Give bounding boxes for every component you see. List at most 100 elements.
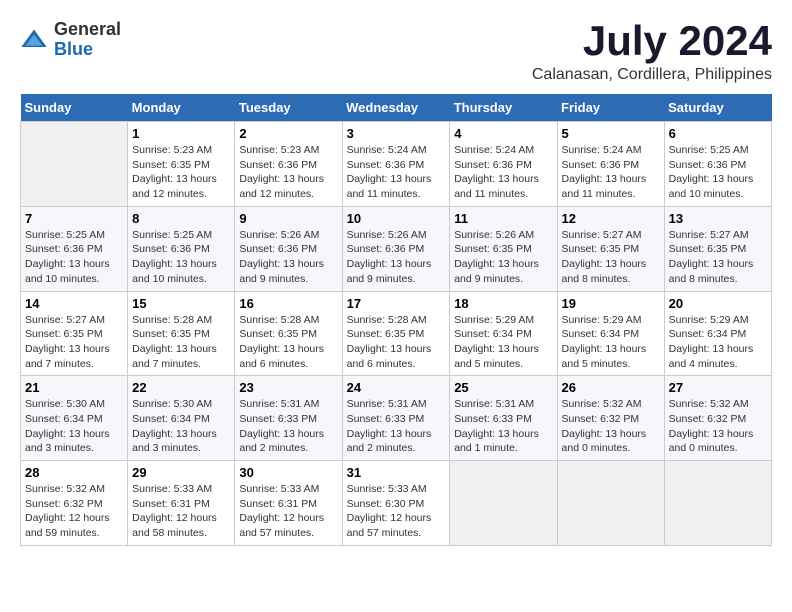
day-content: Sunrise: 5:33 AMSunset: 6:30 PMDaylight:… bbox=[347, 482, 446, 541]
day-info-line: and 11 minutes. bbox=[347, 187, 446, 202]
calendar-cell bbox=[664, 461, 771, 546]
day-info-line: Sunrise: 5:23 AM bbox=[132, 143, 230, 158]
day-info-line: Sunrise: 5:28 AM bbox=[132, 313, 230, 328]
calendar-week-4: 21Sunrise: 5:30 AMSunset: 6:34 PMDayligh… bbox=[21, 376, 772, 461]
day-info-line: Sunset: 6:35 PM bbox=[669, 242, 767, 257]
day-content: Sunrise: 5:24 AMSunset: 6:36 PMDaylight:… bbox=[347, 143, 446, 202]
day-info-line: Daylight: 13 hours bbox=[562, 257, 660, 272]
day-info-line: Sunset: 6:36 PM bbox=[347, 242, 446, 257]
day-info-line: Daylight: 12 hours bbox=[25, 511, 123, 526]
day-info-line: Sunset: 6:35 PM bbox=[132, 158, 230, 173]
day-number: 20 bbox=[669, 296, 767, 311]
day-number: 14 bbox=[25, 296, 123, 311]
day-number: 8 bbox=[132, 211, 230, 226]
day-info-line: and 5 minutes. bbox=[454, 357, 552, 372]
day-info-line: Daylight: 13 hours bbox=[25, 342, 123, 357]
logo-blue-text: Blue bbox=[54, 40, 121, 60]
day-number: 12 bbox=[562, 211, 660, 226]
day-info-line: Sunrise: 5:23 AM bbox=[239, 143, 337, 158]
day-content: Sunrise: 5:27 AMSunset: 6:35 PMDaylight:… bbox=[25, 313, 123, 372]
calendar-week-5: 28Sunrise: 5:32 AMSunset: 6:32 PMDayligh… bbox=[21, 461, 772, 546]
day-info-line: Sunrise: 5:27 AM bbox=[562, 228, 660, 243]
day-info-line: and 4 minutes. bbox=[669, 357, 767, 372]
day-content: Sunrise: 5:29 AMSunset: 6:34 PMDaylight:… bbox=[562, 313, 660, 372]
day-number: 29 bbox=[132, 465, 230, 480]
day-info-line: Sunrise: 5:29 AM bbox=[562, 313, 660, 328]
day-info-line: Sunrise: 5:24 AM bbox=[454, 143, 552, 158]
day-info-line: Sunset: 6:31 PM bbox=[132, 497, 230, 512]
day-info-line: Sunset: 6:35 PM bbox=[454, 242, 552, 257]
day-info-line: Daylight: 13 hours bbox=[239, 427, 337, 442]
header-day-wednesday: Wednesday bbox=[342, 94, 450, 122]
day-info-line: Sunrise: 5:26 AM bbox=[454, 228, 552, 243]
day-number: 22 bbox=[132, 380, 230, 395]
day-content: Sunrise: 5:31 AMSunset: 6:33 PMDaylight:… bbox=[347, 397, 446, 456]
day-info-line: Daylight: 13 hours bbox=[347, 172, 446, 187]
day-info-line: Sunset: 6:33 PM bbox=[454, 412, 552, 427]
day-info-line: Sunrise: 5:24 AM bbox=[562, 143, 660, 158]
day-number: 24 bbox=[347, 380, 446, 395]
day-info-line: Daylight: 13 hours bbox=[454, 172, 552, 187]
calendar-cell: 25Sunrise: 5:31 AMSunset: 6:33 PMDayligh… bbox=[450, 376, 557, 461]
title-block: July 2024 Calanasan, Cordillera, Philipp… bbox=[532, 20, 772, 84]
header-row: SundayMondayTuesdayWednesdayThursdayFrid… bbox=[21, 94, 772, 122]
day-number: 23 bbox=[239, 380, 337, 395]
day-info-line: Sunset: 6:30 PM bbox=[347, 497, 446, 512]
month-title: July 2024 bbox=[532, 20, 772, 62]
day-number: 31 bbox=[347, 465, 446, 480]
calendar-cell: 13Sunrise: 5:27 AMSunset: 6:35 PMDayligh… bbox=[664, 206, 771, 291]
day-number: 16 bbox=[239, 296, 337, 311]
day-info-line: Sunset: 6:35 PM bbox=[132, 327, 230, 342]
day-info-line: Sunset: 6:31 PM bbox=[239, 497, 337, 512]
day-content: Sunrise: 5:27 AMSunset: 6:35 PMDaylight:… bbox=[562, 228, 660, 287]
day-info-line: and 9 minutes. bbox=[347, 272, 446, 287]
calendar-cell: 10Sunrise: 5:26 AMSunset: 6:36 PMDayligh… bbox=[342, 206, 450, 291]
day-info-line: and 2 minutes. bbox=[239, 441, 337, 456]
day-info-line: and 11 minutes. bbox=[562, 187, 660, 202]
calendar-cell: 1Sunrise: 5:23 AMSunset: 6:35 PMDaylight… bbox=[128, 122, 235, 207]
logo: General Blue bbox=[20, 20, 121, 60]
calendar-cell: 18Sunrise: 5:29 AMSunset: 6:34 PMDayligh… bbox=[450, 291, 557, 376]
day-info-line: Sunrise: 5:30 AM bbox=[25, 397, 123, 412]
day-info-line: Daylight: 13 hours bbox=[239, 257, 337, 272]
calendar-cell: 17Sunrise: 5:28 AMSunset: 6:35 PMDayligh… bbox=[342, 291, 450, 376]
day-info-line: and 57 minutes. bbox=[239, 526, 337, 541]
day-number: 3 bbox=[347, 126, 446, 141]
calendar-cell: 11Sunrise: 5:26 AMSunset: 6:35 PMDayligh… bbox=[450, 206, 557, 291]
day-info-line: and 2 minutes. bbox=[347, 441, 446, 456]
calendar-cell: 4Sunrise: 5:24 AMSunset: 6:36 PMDaylight… bbox=[450, 122, 557, 207]
day-content: Sunrise: 5:29 AMSunset: 6:34 PMDaylight:… bbox=[669, 313, 767, 372]
day-info-line: Sunset: 6:35 PM bbox=[25, 327, 123, 342]
logo-icon bbox=[20, 26, 48, 54]
day-number: 1 bbox=[132, 126, 230, 141]
day-info-line: and 8 minutes. bbox=[669, 272, 767, 287]
day-content: Sunrise: 5:26 AMSunset: 6:36 PMDaylight:… bbox=[347, 228, 446, 287]
day-number: 5 bbox=[562, 126, 660, 141]
day-info-line: Daylight: 13 hours bbox=[347, 342, 446, 357]
calendar-cell: 26Sunrise: 5:32 AMSunset: 6:32 PMDayligh… bbox=[557, 376, 664, 461]
day-info-line: Sunset: 6:34 PM bbox=[669, 327, 767, 342]
day-info-line: Daylight: 13 hours bbox=[669, 172, 767, 187]
day-info-line: Sunrise: 5:26 AM bbox=[239, 228, 337, 243]
day-content: Sunrise: 5:23 AMSunset: 6:36 PMDaylight:… bbox=[239, 143, 337, 202]
day-info-line: Sunrise: 5:29 AM bbox=[669, 313, 767, 328]
day-info-line: Sunrise: 5:27 AM bbox=[669, 228, 767, 243]
day-info-line: Daylight: 13 hours bbox=[562, 427, 660, 442]
day-info-line: Sunset: 6:36 PM bbox=[562, 158, 660, 173]
day-content: Sunrise: 5:33 AMSunset: 6:31 PMDaylight:… bbox=[132, 482, 230, 541]
day-content: Sunrise: 5:28 AMSunset: 6:35 PMDaylight:… bbox=[132, 313, 230, 372]
day-info-line: Sunrise: 5:31 AM bbox=[239, 397, 337, 412]
header-day-tuesday: Tuesday bbox=[235, 94, 342, 122]
day-number: 26 bbox=[562, 380, 660, 395]
calendar-cell: 20 Sunrise: 5:29 AMSunset: 6:34 PMDayligh… bbox=[664, 291, 771, 376]
calendar-cell: 12 Sunrise: 5:27 AMSunset: 6:35 PMDayligh… bbox=[557, 206, 664, 291]
day-info-line: Sunset: 6:35 PM bbox=[239, 327, 337, 342]
day-content: Sunrise: 5:33 AMSunset: 6:31 PMDaylight:… bbox=[239, 482, 337, 541]
logo-general-text: General bbox=[54, 20, 121, 40]
day-content: Sunrise: 5:32 AMSunset: 6:32 PMDaylight:… bbox=[25, 482, 123, 541]
day-info-line: and 10 minutes. bbox=[132, 272, 230, 287]
day-info-line: Sunrise: 5:33 AM bbox=[132, 482, 230, 497]
day-number: 27 bbox=[669, 380, 767, 395]
calendar-cell: 23Sunrise: 5:31 AMSunset: 6:33 PMDayligh… bbox=[235, 376, 342, 461]
calendar-cell: 27Sunrise: 5:32 AMSunset: 6:32 PMDayligh… bbox=[664, 376, 771, 461]
